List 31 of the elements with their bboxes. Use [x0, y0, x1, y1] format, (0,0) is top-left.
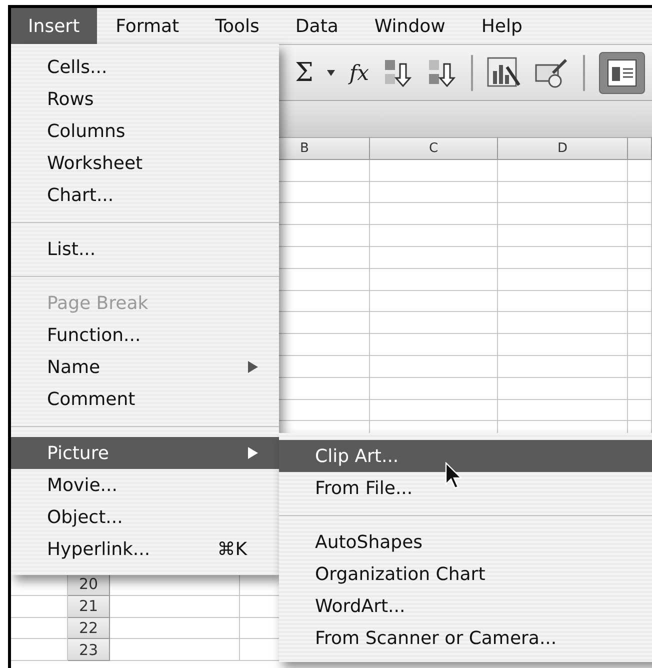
menu-item[interactable]: AutoShapes — [279, 526, 652, 558]
menu-bar-item[interactable]: Format — [98, 8, 196, 44]
row-number: 23 — [68, 639, 110, 662]
menu-item[interactable]: Rows — [11, 83, 279, 115]
menu-item[interactable]: Name — [11, 351, 279, 383]
menu-item[interactable]: Picture — [11, 437, 279, 469]
menu-bar-item[interactable]: Tools — [198, 8, 276, 44]
row-number: 22 — [68, 618, 110, 640]
menu-item[interactable]: Movie... — [11, 469, 279, 501]
menu-bar-item[interactable]: Window — [357, 8, 462, 44]
menu-item[interactable]: List... — [11, 233, 279, 265]
menu-bar-item[interactable]: Insert — [11, 8, 97, 44]
menu-item[interactable]: Function... — [11, 319, 279, 351]
menu-item[interactable]: From Scanner or Camera... — [279, 622, 652, 654]
column-header: C — [370, 138, 498, 160]
row-number: 20 — [68, 574, 110, 596]
menu-item[interactable]: From File... — [279, 472, 652, 504]
function-button[interactable]: fx — [349, 60, 370, 84]
menu-item[interactable]: Clip Art... — [279, 440, 652, 472]
menu-bar-item[interactable]: Help — [464, 8, 540, 44]
menu-item[interactable]: WordArt... — [279, 590, 652, 622]
menu-item[interactable]: Cells... — [11, 51, 279, 83]
menu-item[interactable]: Organization Chart — [279, 558, 652, 590]
menu-item[interactable]: Object... — [11, 501, 279, 533]
menu-bar-item[interactable]: Data — [278, 8, 356, 44]
menu-item[interactable]: Hyperlink... ⌘K — [11, 533, 279, 565]
column-header: D — [498, 138, 628, 160]
menu-item[interactable]: Chart... — [11, 179, 279, 211]
row-number: 21 — [68, 596, 110, 618]
autosum-button[interactable]: Σ — [295, 58, 314, 88]
menu-item[interactable]: Comment — [11, 383, 279, 415]
